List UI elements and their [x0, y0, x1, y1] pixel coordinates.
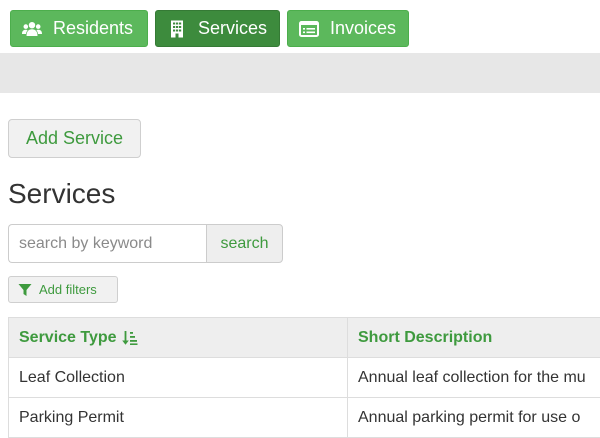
table-header-row: Service Type Short Description	[9, 318, 600, 358]
invoice-icon	[299, 20, 319, 38]
toolbar-strip	[0, 53, 600, 93]
users-icon	[22, 20, 42, 38]
sort-amount-asc-icon[interactable]	[122, 330, 138, 346]
search-button[interactable]: search	[206, 224, 283, 263]
cell-service-type: Leaf Collection	[9, 358, 348, 398]
nav-services-label: Services	[198, 18, 267, 39]
table-row[interactable]: Leaf Collection Annual leaf collection f…	[9, 358, 600, 398]
page-title: Services	[8, 178, 115, 210]
cell-description: Annual leaf collection for the mu	[348, 358, 600, 398]
filter-icon	[18, 283, 32, 297]
search-group: search	[8, 224, 283, 263]
add-filters-label: Add filters	[39, 282, 97, 297]
services-table: Service Type Short Description	[8, 317, 600, 438]
add-filters-button[interactable]: Add filters	[8, 276, 118, 303]
column-header-service-type[interactable]: Service Type	[9, 318, 348, 358]
building-icon	[167, 20, 187, 38]
nav-residents-label: Residents	[53, 18, 133, 39]
nav-residents-button[interactable]: Residents	[10, 10, 148, 47]
nav-invoices-button[interactable]: Invoices	[287, 10, 409, 47]
add-service-button[interactable]: Add Service	[8, 119, 141, 158]
column-header-short-description[interactable]: Short Description	[348, 318, 600, 358]
nav-invoices-label: Invoices	[330, 18, 396, 39]
search-input[interactable]	[8, 224, 206, 263]
top-navigation: Residents Services Invo	[0, 0, 600, 52]
column-header-service-type-label: Service Type	[19, 329, 117, 347]
nav-services-button[interactable]: Services	[155, 10, 280, 47]
